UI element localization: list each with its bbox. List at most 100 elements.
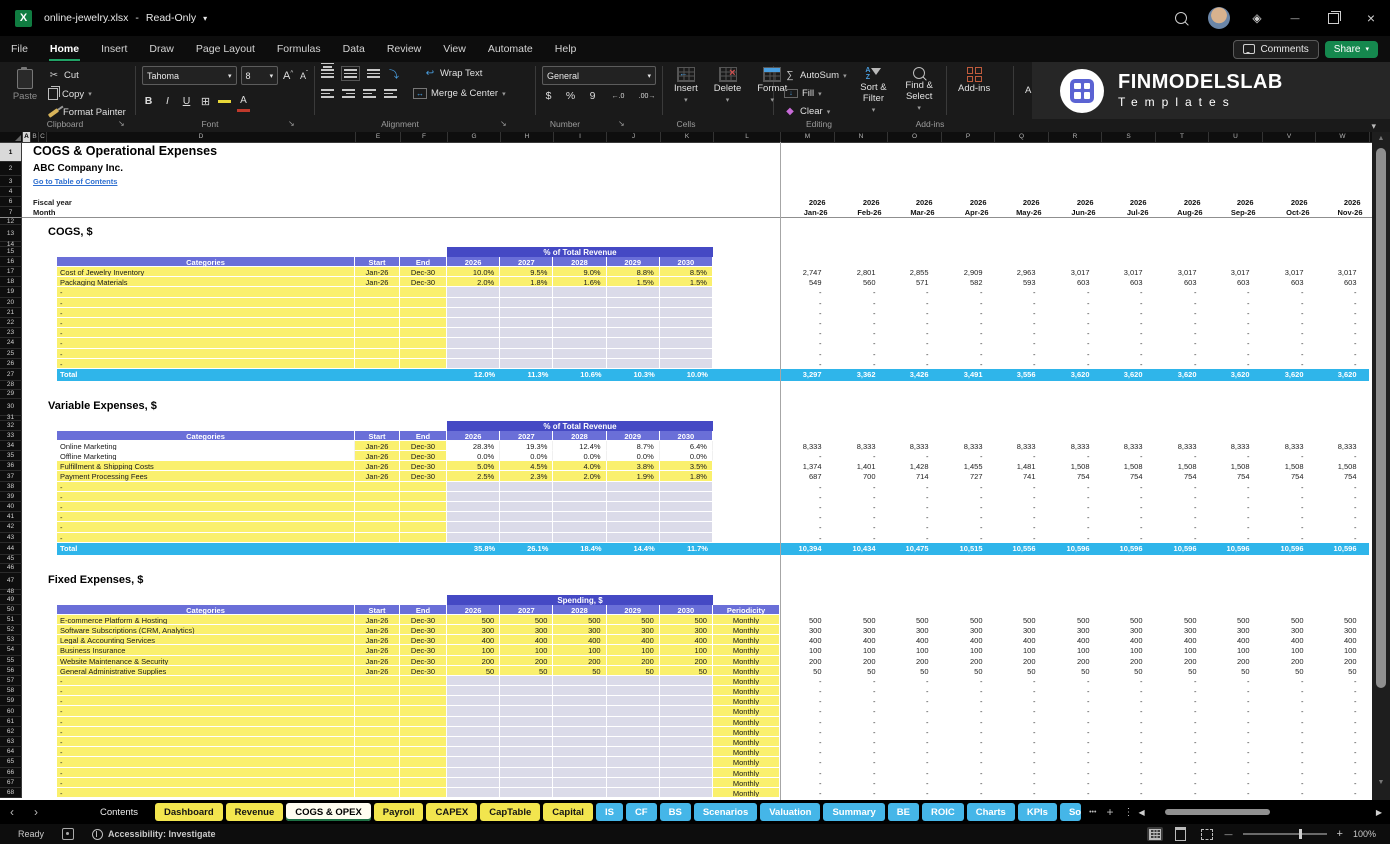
cell[interactable]: -	[1262, 778, 1316, 788]
cell[interactable]: -	[780, 359, 834, 369]
periodicity-cell[interactable]: Monthly	[713, 706, 780, 716]
end-cell[interactable]	[400, 696, 447, 706]
year-value-cell[interactable]	[660, 492, 713, 502]
year-value-cell[interactable]: 200	[607, 656, 660, 666]
cell[interactable]: 603	[1155, 277, 1209, 287]
cell[interactable]: -	[1101, 706, 1155, 716]
cell[interactable]: Aug-26	[1155, 207, 1209, 217]
cell[interactable]: 400	[941, 635, 995, 645]
cell[interactable]: -	[887, 696, 941, 706]
year-value-cell[interactable]: 100	[553, 645, 606, 655]
start-cell[interactable]	[355, 757, 400, 767]
year-value-cell[interactable]: 500	[660, 615, 713, 625]
cell[interactable]: -	[1048, 533, 1102, 543]
year-value-cell[interactable]: 400	[500, 635, 553, 645]
cell[interactable]: 2026	[834, 197, 888, 207]
cell[interactable]: 1,508	[1101, 461, 1155, 471]
cell[interactable]: -	[1101, 492, 1155, 502]
cell[interactable]: -	[1048, 338, 1102, 348]
year-value-cell[interactable]	[447, 328, 500, 338]
start-cell[interactable]: Jan-26	[355, 635, 400, 645]
year-value-cell[interactable]	[660, 512, 713, 522]
year-value-cell[interactable]: 2.5%	[447, 471, 500, 481]
row-header-56[interactable]: 56	[0, 666, 22, 676]
column-header-E[interactable]: E	[356, 132, 401, 142]
fill-color-button[interactable]	[218, 99, 231, 103]
category-cell[interactable]: E-commerce Platform & Hosting	[57, 615, 355, 625]
row-header-39[interactable]: 39	[0, 492, 22, 502]
copy-button[interactable]: Copy ▾	[44, 86, 130, 102]
cell[interactable]: 300	[1155, 625, 1209, 635]
periodicity-cell[interactable]: Monthly	[713, 727, 780, 737]
year-value-cell[interactable]: 50	[660, 666, 713, 676]
sheet-tab-summary[interactable]: Summary	[823, 803, 884, 821]
row-header-57[interactable]: 57	[0, 676, 22, 686]
cell[interactable]: -	[1101, 482, 1155, 492]
increase-decimal-button[interactable]: ←.0	[608, 93, 628, 100]
cell[interactable]: -	[1262, 298, 1316, 308]
cell[interactable]: -	[1315, 706, 1369, 716]
row-header-22[interactable]: 22	[0, 318, 22, 328]
cell[interactable]: -	[887, 737, 941, 747]
cell[interactable]: -	[994, 318, 1048, 328]
cell[interactable]: -	[941, 318, 995, 328]
cell[interactable]: -	[1101, 768, 1155, 778]
year-value-cell[interactable]	[607, 757, 660, 767]
cell[interactable]: -	[994, 328, 1048, 338]
year-value-cell[interactable]	[607, 747, 660, 757]
cell[interactable]: -	[994, 676, 1048, 686]
year-value-cell[interactable]: 1.8%	[660, 471, 713, 481]
account-button[interactable]	[1200, 0, 1238, 36]
row-header-46[interactable]: 46	[0, 564, 22, 573]
row-header-25[interactable]: 25	[0, 349, 22, 359]
cell[interactable]: -	[780, 706, 834, 716]
year-value-cell[interactable]	[660, 737, 713, 747]
total-year-value[interactable]: 12.0%	[447, 369, 500, 381]
cell[interactable]: -	[780, 686, 834, 696]
year-value-cell[interactable]: 100	[500, 645, 553, 655]
cell[interactable]: -	[780, 512, 834, 522]
cell[interactable]: -	[941, 308, 995, 318]
cell[interactable]: -	[1155, 727, 1209, 737]
bold-button[interactable]: B	[142, 95, 155, 107]
cell[interactable]: -	[1048, 778, 1102, 788]
year-value-cell[interactable]	[500, 768, 553, 778]
periodicity-cell[interactable]: Monthly	[713, 625, 780, 635]
cell[interactable]: -	[887, 298, 941, 308]
cell[interactable]: -	[887, 359, 941, 369]
cell[interactable]: 3,362	[834, 369, 888, 381]
end-cell[interactable]: Dec-30	[400, 451, 447, 461]
cell[interactable]: 2026	[994, 197, 1048, 207]
cell[interactable]: 10,394	[780, 543, 834, 555]
row-header-59[interactable]: 59	[0, 696, 22, 706]
row-header-64[interactable]: 64	[0, 747, 22, 757]
year-value-cell[interactable]	[660, 328, 713, 338]
cell[interactable]: -	[994, 768, 1048, 778]
cell[interactable]: 500	[780, 615, 834, 625]
sheet-tab-valuation[interactable]: Valuation	[760, 803, 820, 821]
cell[interactable]: -	[1208, 788, 1262, 798]
cell[interactable]: -	[1315, 338, 1369, 348]
cell[interactable]: -	[941, 451, 995, 461]
year-value-cell[interactable]	[500, 359, 553, 369]
cell[interactable]: -	[1315, 502, 1369, 512]
year-value-cell[interactable]	[500, 522, 553, 532]
chevron-down-icon[interactable]: ▾	[203, 14, 207, 23]
cell[interactable]: -	[887, 727, 941, 737]
cell[interactable]: 2026	[1315, 197, 1369, 207]
end-cell[interactable]	[400, 512, 447, 522]
periodicity-cell[interactable]: Monthly	[713, 615, 780, 625]
cell[interactable]: 603	[1262, 277, 1316, 287]
year-value-cell[interactable]	[447, 287, 500, 297]
start-cell[interactable]: Jan-26	[355, 451, 400, 461]
year-value-cell[interactable]: 1.5%	[607, 277, 660, 287]
start-cell[interactable]	[355, 482, 400, 492]
cell[interactable]: Apr-26	[941, 207, 995, 217]
start-cell[interactable]	[355, 287, 400, 297]
cell[interactable]: 2026	[941, 197, 995, 207]
cell[interactable]: -	[994, 287, 1048, 297]
category-cell[interactable]: -	[57, 768, 355, 778]
ribbon-tab-draw[interactable]: Draw	[138, 36, 185, 62]
year-value-cell[interactable]	[553, 492, 606, 502]
row-header-24[interactable]: 24	[0, 338, 22, 348]
